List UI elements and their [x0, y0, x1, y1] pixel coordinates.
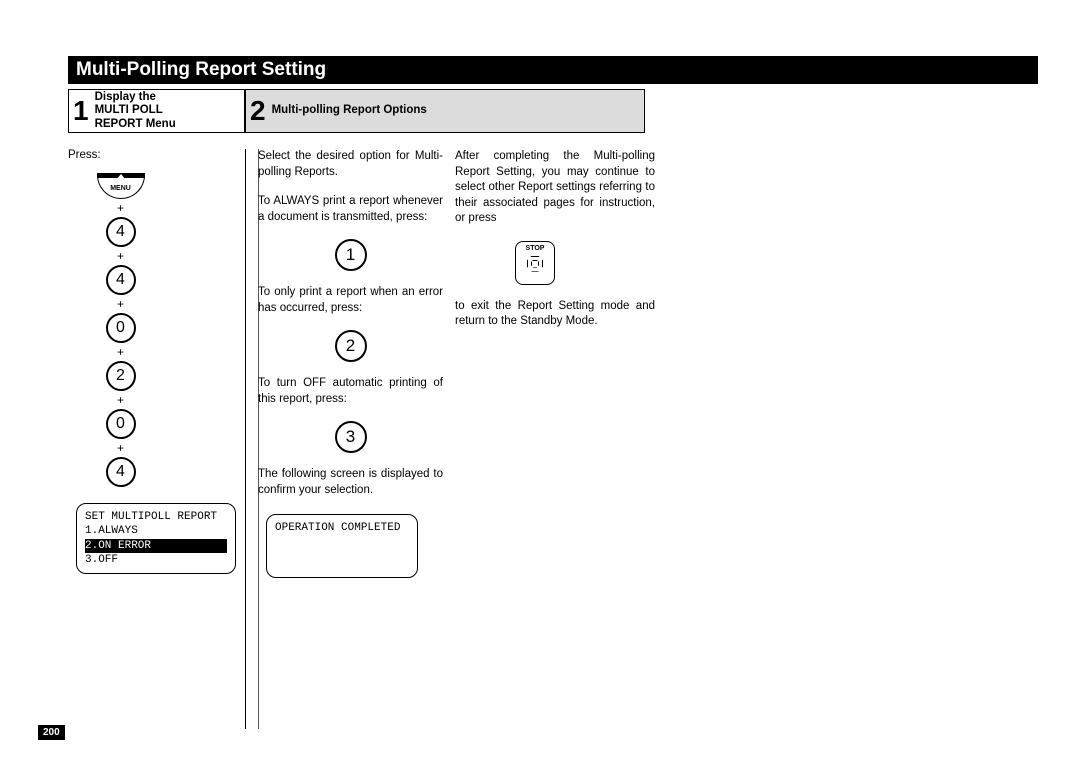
plus-icon: +	[93, 297, 148, 311]
key-0: 0	[106, 409, 136, 439]
steps-row: 1 Display the MULTI POLL REPORT Menu 2 M…	[68, 89, 1038, 133]
lcd-line: 1.ALWAYS	[85, 524, 227, 538]
lcd-line: SET MULTIPOLL REPORT	[85, 510, 227, 524]
keypad-sequence: MENU + 4 + 4 + 0 + 2 + 0 + 4	[93, 173, 148, 487]
plus-icon: +	[93, 201, 148, 215]
lcd-screen-menu: SET MULTIPOLL REPORT 1.ALWAYS 2.ON ERROR…	[76, 503, 236, 574]
stop-key-icon: STOP	[515, 241, 555, 285]
key-3: 3	[335, 421, 367, 453]
page-content: Multi-Polling Report Setting 1 Display t…	[68, 56, 1038, 729]
section-title: Multi-Polling Report Setting	[68, 56, 1038, 84]
page-number: 200	[38, 725, 65, 740]
key-0: 0	[106, 313, 136, 343]
key-2: 2	[106, 361, 136, 391]
key-2: 2	[335, 330, 367, 362]
column-1: Press: MENU + 4 + 4 + 0 + 2 + 0 + 4 SET …	[68, 149, 258, 729]
key-4: 4	[106, 265, 136, 295]
menu-key-icon: MENU	[97, 173, 145, 199]
plus-icon: +	[93, 249, 148, 263]
plus-icon: +	[93, 393, 148, 407]
paragraph: Select the desired option for Multi-poll…	[258, 149, 443, 180]
step-2-label: Multi-polling Report Options	[272, 104, 427, 117]
paragraph: To ALWAYS print a report whenever a docu…	[258, 194, 443, 225]
plus-icon: +	[93, 441, 148, 455]
key-4: 4	[106, 457, 136, 487]
plus-icon: +	[93, 345, 148, 359]
step-2-header: 2 Multi-polling Report Options	[245, 89, 645, 133]
lcd-line-selected: 2.ON ERROR	[85, 539, 227, 553]
column-2: Select the desired option for Multi-poll…	[245, 149, 443, 729]
step-1-label: Display the MULTI POLL REPORT Menu	[95, 91, 176, 131]
press-label: Press:	[68, 149, 258, 161]
column-3: After completing the Multi-polling Repor…	[443, 149, 655, 729]
paragraph: to exit the Report Setting mode and retu…	[455, 299, 655, 330]
step-1-number: 1	[73, 97, 89, 125]
step-2-number: 2	[250, 97, 266, 125]
lcd-screen-confirm: OPERATION COMPLETED	[266, 514, 418, 578]
paragraph: After completing the Multi-polling Repor…	[455, 149, 655, 227]
key-4: 4	[106, 217, 136, 247]
step-1-header: 1 Display the MULTI POLL REPORT Menu	[68, 89, 245, 133]
paragraph: To only print a report when an error has…	[258, 285, 443, 316]
paragraph: The following screen is displayed to con…	[258, 467, 443, 498]
stop-hexagon-icon	[527, 256, 543, 272]
paragraph: To turn OFF automatic printing of this r…	[258, 376, 443, 407]
key-1: 1	[335, 239, 367, 271]
lcd-line: 3.OFF	[85, 553, 227, 567]
lcd-line: OPERATION COMPLETED	[275, 521, 409, 535]
columns: Press: MENU + 4 + 4 + 0 + 2 + 0 + 4 SET …	[68, 149, 1038, 729]
